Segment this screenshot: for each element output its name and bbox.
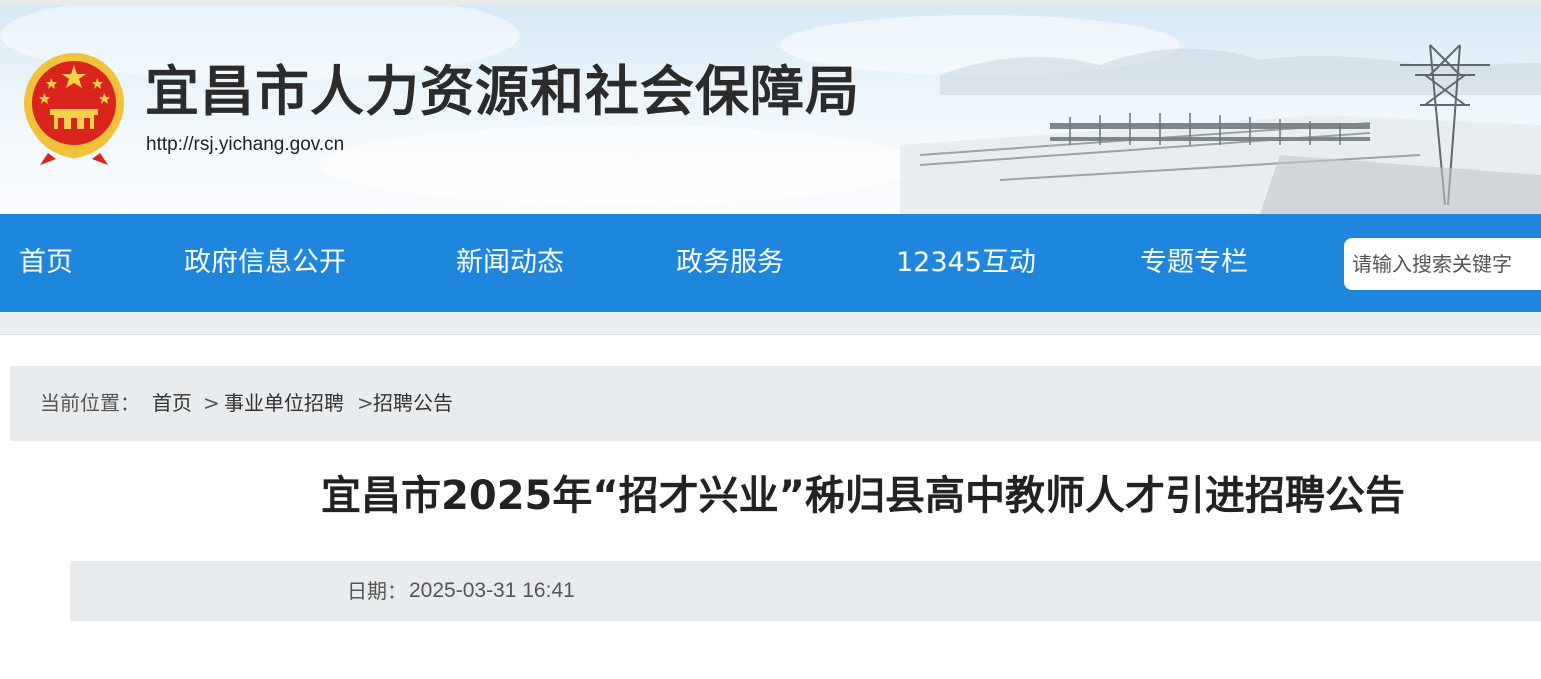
main-nav: 首页 政府信息公开 新闻动态 政务服务 12345互动 专题专栏 [0,214,1541,312]
publish-date: 2025-03-31 16:41 [409,579,575,602]
site-title: 宜昌市人力资源和社会保障局 [145,60,860,123]
nav-topics[interactable]: 专题专栏 [1140,214,1248,312]
breadcrumb-home[interactable]: 首页 [152,366,192,441]
breadcrumb-announcements[interactable]: 招聘公告 [373,366,453,441]
dam-illustration [900,44,1541,214]
nav-services[interactable]: 政务服务 [676,214,784,312]
breadcrumb-separator: > [357,391,374,415]
national-emblem-icon [24,53,124,165]
breadcrumb-label: 当前位置： [40,391,140,415]
nav-gov-info[interactable]: 政府信息公开 [184,214,346,312]
date-label: 日期： [347,579,407,603]
article-meta: 日期： 2025-03-31 16:41 [70,561,1541,621]
breadcrumb-separator: > [203,391,220,415]
search-input[interactable] [1344,238,1541,290]
breadcrumb: 当前位置： 首页 > 事业单位招聘 > 招聘公告 [10,366,1541,441]
breadcrumb-recruitment[interactable]: 事业单位招聘 [224,366,344,441]
site-url: http://rsj.yichang.gov.cn [146,134,345,155]
article-title: 宜昌市2025年“招才兴业”秭归县高中教师人才引进招聘公告 [321,473,1405,519]
nav-divider-line [0,334,1541,335]
nav-news[interactable]: 新闻动态 [456,214,564,312]
header-banner: 宜昌市人力资源和社会保障局 http://rsj.yichang.gov.cn [0,5,1541,214]
nav-divider [0,312,1541,335]
nav-home[interactable]: 首页 [19,214,73,312]
nav-12345[interactable]: 12345互动 [896,214,1036,312]
